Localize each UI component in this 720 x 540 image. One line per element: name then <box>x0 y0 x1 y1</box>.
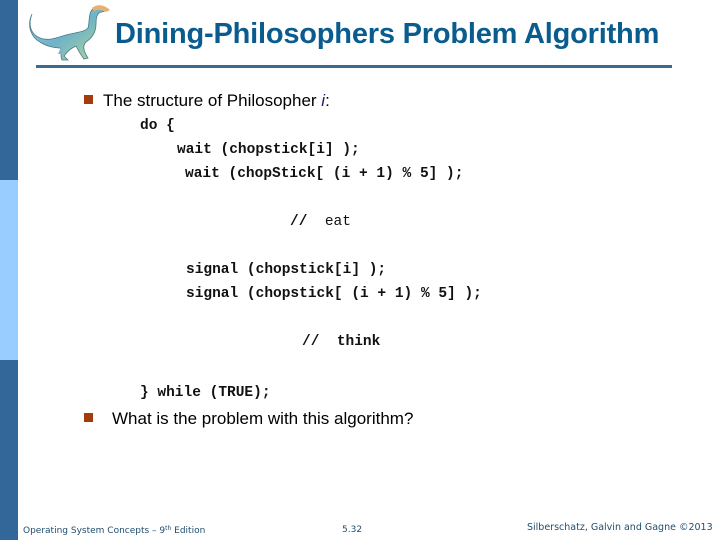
bullet-square-icon <box>84 95 93 104</box>
bullet-structure-text: The structure of Philosopher i: <box>103 91 330 111</box>
bullet-question-text: What is the problem with this algorithm? <box>112 409 414 428</box>
bullet-square-icon <box>84 413 93 422</box>
sidebar-stripe-middle <box>0 180 18 360</box>
code-line-wait-right: wait (chopStick[ (i + 1) % 5] ); <box>185 166 464 182</box>
sidebar-stripe-top <box>0 0 18 180</box>
footer-book-title-prefix: Operating System Concepts – 9 <box>23 526 166 536</box>
comment-slashes: // <box>302 334 320 350</box>
footer-book-title: Operating System Concepts – 9th Edition <box>23 525 205 536</box>
comment-think-word: think <box>336 334 381 350</box>
dinosaur-logo-icon <box>29 5 110 61</box>
code-line-signal-right: signal (chopstick[ (i + 1) % 5] ); <box>186 286 482 302</box>
comment-slashes: // <box>290 214 308 230</box>
bullet-structure-colon: : <box>325 91 330 110</box>
code-comment-eat: // eat <box>290 214 351 230</box>
code-line-wait-left: wait (chopstick[i] ); <box>177 142 360 158</box>
code-comment-think: // think <box>302 334 380 350</box>
code-line-while: } while (TRUE); <box>140 385 271 401</box>
code-line-do: do { <box>140 118 175 134</box>
footer-copyright: Silberschatz, Galvin and Gagne ©2013 <box>527 522 713 533</box>
comment-eat-word: eat <box>324 214 351 230</box>
footer-book-title-suffix: Edition <box>171 526 206 536</box>
code-line-signal-left: signal (chopstick[i] ); <box>186 262 387 278</box>
title-underline <box>36 65 672 68</box>
sidebar-stripe-bottom <box>0 360 18 540</box>
footer-page-number: 5.32 <box>342 525 363 535</box>
bullet-structure-label: The structure of Philosopher <box>103 91 322 110</box>
slide-title: Dining-Philosophers Problem Algorithm <box>115 18 660 50</box>
